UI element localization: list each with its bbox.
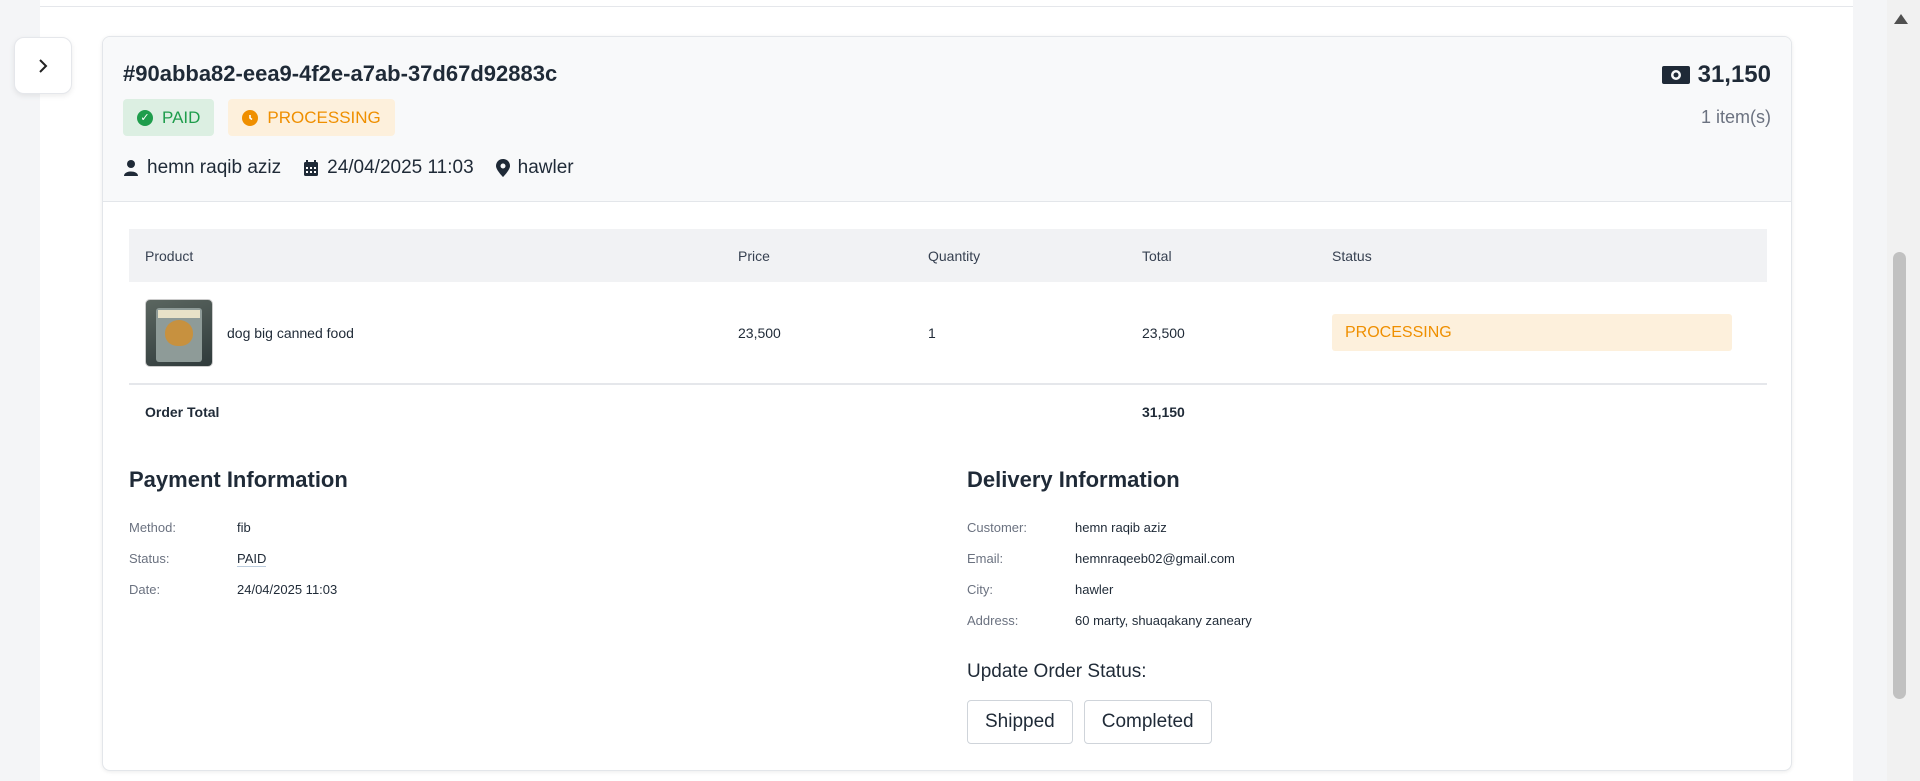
item-status-badge: PROCESSING bbox=[1332, 314, 1732, 351]
update-status-actions: Shipped Completed bbox=[967, 700, 1212, 744]
top-divider bbox=[40, 6, 1853, 7]
order-datetime: 24/04/2025 11:03 bbox=[327, 157, 474, 178]
order-card: #90abba82-eea9-4f2e-a7ab-37d67d92883c ✓ … bbox=[102, 36, 1792, 771]
order-header: #90abba82-eea9-4f2e-a7ab-37d67d92883c ✓ … bbox=[103, 37, 1791, 202]
status-cell: PROCESSING bbox=[1332, 314, 1767, 351]
order-amount: 31,150 bbox=[1661, 61, 1771, 89]
payment-method-label: Method: bbox=[129, 520, 176, 535]
items-count: 1 item(s) bbox=[1700, 107, 1771, 127]
delivery-email-row: Email: hemnraqeeb02@gmail.com bbox=[967, 551, 1235, 566]
header-product: Product bbox=[145, 247, 194, 264]
order-badges: ✓ PAID PROCESSING bbox=[123, 99, 395, 136]
delivery-city-value: hawler bbox=[1075, 582, 1114, 597]
chevron-right-icon bbox=[39, 58, 48, 73]
delivery-city-label: City: bbox=[967, 582, 993, 597]
delivery-city-row: City: hawler bbox=[967, 582, 1113, 597]
delivery-address-value: 60 marty, shuaqakany zaneary bbox=[1075, 613, 1252, 628]
product-cell: dog big canned food bbox=[129, 298, 738, 367]
payment-info-title: Payment Information bbox=[129, 467, 348, 492]
table-row: dog big canned food 23,500 1 23,500 PROC… bbox=[129, 282, 1767, 385]
price-cell: 23,500 bbox=[738, 324, 781, 341]
delivery-customer-row: Customer: hemn raqib aziz bbox=[967, 520, 1167, 535]
city-meta: hawler bbox=[495, 157, 574, 179]
header-price: Price bbox=[738, 247, 770, 264]
completed-button[interactable]: Completed bbox=[1083, 700, 1212, 744]
delivery-email-label: Email: bbox=[967, 551, 1004, 566]
order-amount-value: 31,150 bbox=[1697, 61, 1771, 88]
quantity-cell: 1 bbox=[928, 324, 936, 341]
scrollbar-thumb[interactable] bbox=[1893, 252, 1906, 699]
table-header: Product Price Quantity Total Status bbox=[129, 229, 1767, 282]
shipped-button[interactable]: Shipped bbox=[967, 700, 1073, 744]
order-meta: hemn raqib aziz 24/04/2025 11:03 hawler bbox=[123, 157, 574, 179]
payment-status-value: PAID bbox=[237, 551, 267, 567]
delivery-customer-label: Customer: bbox=[967, 520, 1027, 535]
header-status: Status bbox=[1332, 247, 1372, 264]
payment-status-label: PAID bbox=[162, 107, 201, 127]
delivery-email-value: hemnraqeeb02@gmail.com bbox=[1075, 551, 1235, 566]
delivery-customer-value: hemn raqib aziz bbox=[1075, 520, 1167, 535]
update-status-label: Update Order Status: bbox=[967, 661, 1147, 682]
date-meta: 24/04/2025 11:03 bbox=[303, 157, 474, 179]
order-items-table: Product Price Quantity Total Status dog … bbox=[129, 229, 1767, 439]
payment-date-label: Date: bbox=[129, 582, 161, 597]
check-circle-icon: ✓ bbox=[137, 109, 153, 126]
customer-meta: hemn raqib aziz bbox=[123, 157, 281, 179]
user-icon bbox=[124, 160, 138, 176]
payment-status-label-text: Status: bbox=[129, 551, 170, 566]
order-status-label: PROCESSING bbox=[267, 107, 381, 127]
order-status-badge: PROCESSING bbox=[228, 99, 395, 136]
map-pin-icon bbox=[495, 159, 510, 177]
payment-status-badge: ✓ PAID bbox=[123, 99, 215, 136]
delivery-info-title: Delivery Information bbox=[967, 467, 1180, 492]
header-total: Total bbox=[1142, 247, 1172, 264]
delivery-address-row: Address: 60 marty, shuaqakany zaneary bbox=[967, 613, 1252, 628]
scroll-up-arrow-icon[interactable] bbox=[1894, 14, 1908, 24]
header-quantity: Quantity bbox=[928, 247, 981, 264]
product-image bbox=[145, 298, 213, 367]
sidebar-toggle-button[interactable] bbox=[14, 37, 72, 94]
payment-date-value: 24/04/2025 11:03 bbox=[237, 582, 338, 597]
calendar-icon bbox=[304, 160, 319, 176]
payment-method-value: fib bbox=[237, 520, 251, 535]
payment-status-row: Status: PAID bbox=[129, 551, 267, 567]
order-total-label: Order Total bbox=[145, 404, 220, 420]
money-bill-icon bbox=[1661, 66, 1690, 84]
product-name: dog big canned food bbox=[227, 324, 354, 341]
order-total-value: 31,150 bbox=[1142, 404, 1185, 420]
customer-name: hemn raqib aziz bbox=[147, 157, 282, 178]
delivery-address-label: Address: bbox=[967, 613, 1019, 628]
order-id: #90abba82-eea9-4f2e-a7ab-37d67d92883c bbox=[123, 61, 558, 86]
clock-icon bbox=[242, 109, 259, 126]
payment-date-row: Date: 24/04/2025 11:03 bbox=[129, 582, 337, 597]
table-footer: Order Total 31,150 bbox=[129, 385, 1767, 439]
total-cell: 23,500 bbox=[1142, 324, 1185, 341]
order-city: hawler bbox=[517, 157, 574, 178]
payment-method-row: Method: fib bbox=[129, 520, 251, 535]
